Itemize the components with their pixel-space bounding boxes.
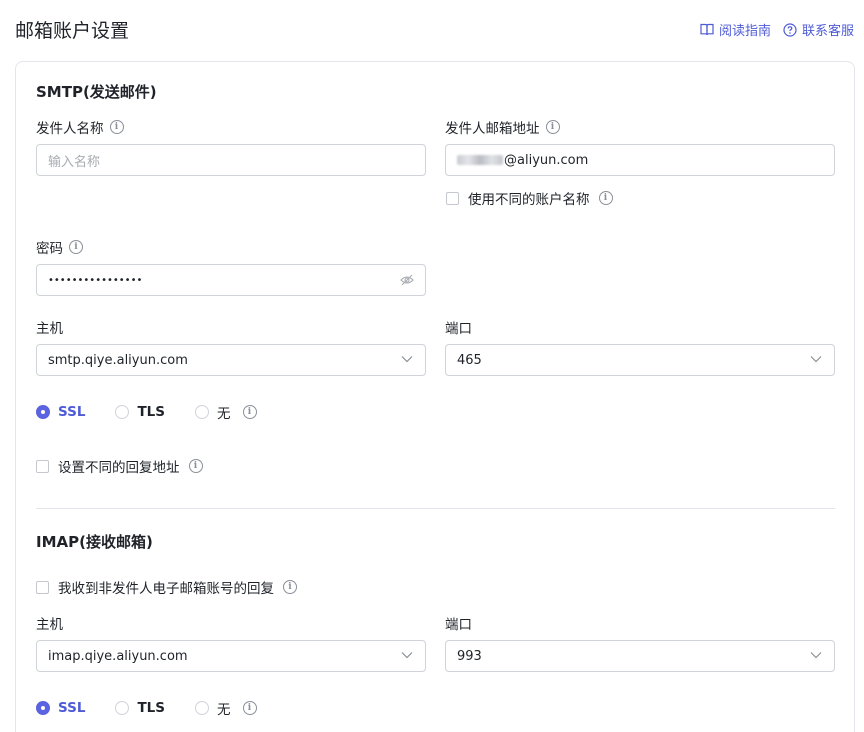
smtp-host-select[interactable]: smtp.qiye.aliyun.com: [36, 344, 426, 376]
imap-security-radio-group: SSL TLS 无 i: [36, 698, 257, 718]
book-icon: [700, 23, 714, 36]
sender-name-placeholder: 输入名称: [48, 154, 101, 170]
imap-host-label: 主机: [36, 617, 63, 633]
info-icon[interactable]: i: [598, 191, 613, 205]
sender-email-label: 发件人邮箱地址 i: [445, 117, 560, 137]
different-account-label: 使用不同的账户名称: [468, 192, 590, 208]
smtp-radio-ssl[interactable]: SSL: [36, 404, 85, 420]
info-icon[interactable]: i: [545, 120, 560, 134]
redacted-username: [457, 155, 503, 165]
imap-host-select[interactable]: imap.qiye.aliyun.com: [36, 640, 426, 672]
info-icon[interactable]: i: [109, 120, 124, 134]
reply-address-row[interactable]: 设置不同的回复地址 i: [36, 456, 203, 476]
support-link-label: 联系客服: [801, 24, 854, 39]
reply-address-checkbox[interactable]: [36, 459, 49, 473]
info-icon[interactable]: i: [69, 240, 83, 254]
reply-address-label: 设置不同的回复地址: [58, 460, 180, 476]
eye-off-icon[interactable]: [400, 274, 414, 286]
info-icon[interactable]: i: [242, 405, 257, 419]
password-input[interactable]: ••••••••••••••••: [36, 264, 426, 296]
sender-name-input[interactable]: 输入名称: [36, 144, 426, 176]
settings-card: SMTP(发送邮件) 发件人名称 i 输入名称 发件人邮箱地址 i @aliyu…: [15, 61, 855, 732]
imap-section-title: IMAP(接收邮箱): [36, 533, 153, 551]
radio-button[interactable]: [195, 701, 209, 715]
imap-port-value: 993: [457, 648, 482, 664]
password-label: 密码 i: [36, 237, 83, 257]
different-account-checkbox[interactable]: [446, 191, 459, 205]
non-sender-reply-checkbox[interactable]: [36, 580, 49, 594]
imap-host-value: imap.qiye.aliyun.com: [48, 648, 188, 664]
chevron-down-icon: [401, 652, 413, 659]
imap-port-label: 端口: [445, 617, 472, 633]
smtp-radio-tls[interactable]: TLS: [115, 404, 165, 420]
section-divider: [36, 508, 835, 509]
smtp-host-value: smtp.qiye.aliyun.com: [48, 352, 188, 368]
radio-button[interactable]: [36, 701, 50, 715]
page-title: 邮箱账户设置: [15, 20, 130, 42]
smtp-port-value: 465: [457, 352, 482, 368]
guide-link[interactable]: 阅读指南: [700, 20, 771, 39]
info-icon[interactable]: i: [188, 459, 203, 473]
radio-button[interactable]: [36, 405, 50, 419]
sender-name-label: 发件人名称 i: [36, 117, 124, 137]
info-icon[interactable]: i: [283, 580, 297, 594]
imap-radio-none[interactable]: 无: [195, 698, 231, 718]
smtp-security-radio-group: SSL TLS 无 i: [36, 402, 257, 422]
different-account-row[interactable]: 使用不同的账户名称 i: [446, 188, 613, 208]
smtp-host-label: 主机: [36, 321, 63, 337]
chevron-down-icon: [401, 356, 413, 363]
chevron-down-icon: [810, 356, 822, 363]
non-sender-reply-label: 我收到非发件人电子邮箱账号的回复: [58, 581, 274, 597]
chevron-down-icon: [810, 652, 822, 659]
sender-email-input[interactable]: @aliyun.com: [445, 144, 835, 176]
smtp-port-label: 端口: [445, 321, 472, 337]
header-links: 阅读指南 联系客服: [700, 20, 854, 39]
smtp-section-title: SMTP(发送邮件): [36, 83, 157, 101]
sender-email-value: @aliyun.com: [504, 152, 589, 168]
imap-radio-tls[interactable]: TLS: [115, 700, 165, 716]
smtp-radio-none[interactable]: 无: [195, 402, 231, 422]
radio-button[interactable]: [115, 701, 130, 715]
radio-button[interactable]: [195, 405, 209, 419]
imap-port-select[interactable]: 993: [445, 640, 835, 672]
radio-button[interactable]: [115, 405, 130, 419]
password-value: ••••••••••••••••: [48, 274, 143, 286]
info-icon[interactable]: i: [242, 701, 257, 715]
guide-link-label: 阅读指南: [718, 24, 771, 39]
non-sender-reply-row[interactable]: 我收到非发件人电子邮箱账号的回复 i: [36, 577, 297, 597]
imap-radio-ssl[interactable]: SSL: [36, 700, 85, 716]
support-link[interactable]: 联系客服: [783, 20, 854, 39]
smtp-port-select[interactable]: 465: [445, 344, 835, 376]
help-circle-icon: [783, 22, 797, 37]
